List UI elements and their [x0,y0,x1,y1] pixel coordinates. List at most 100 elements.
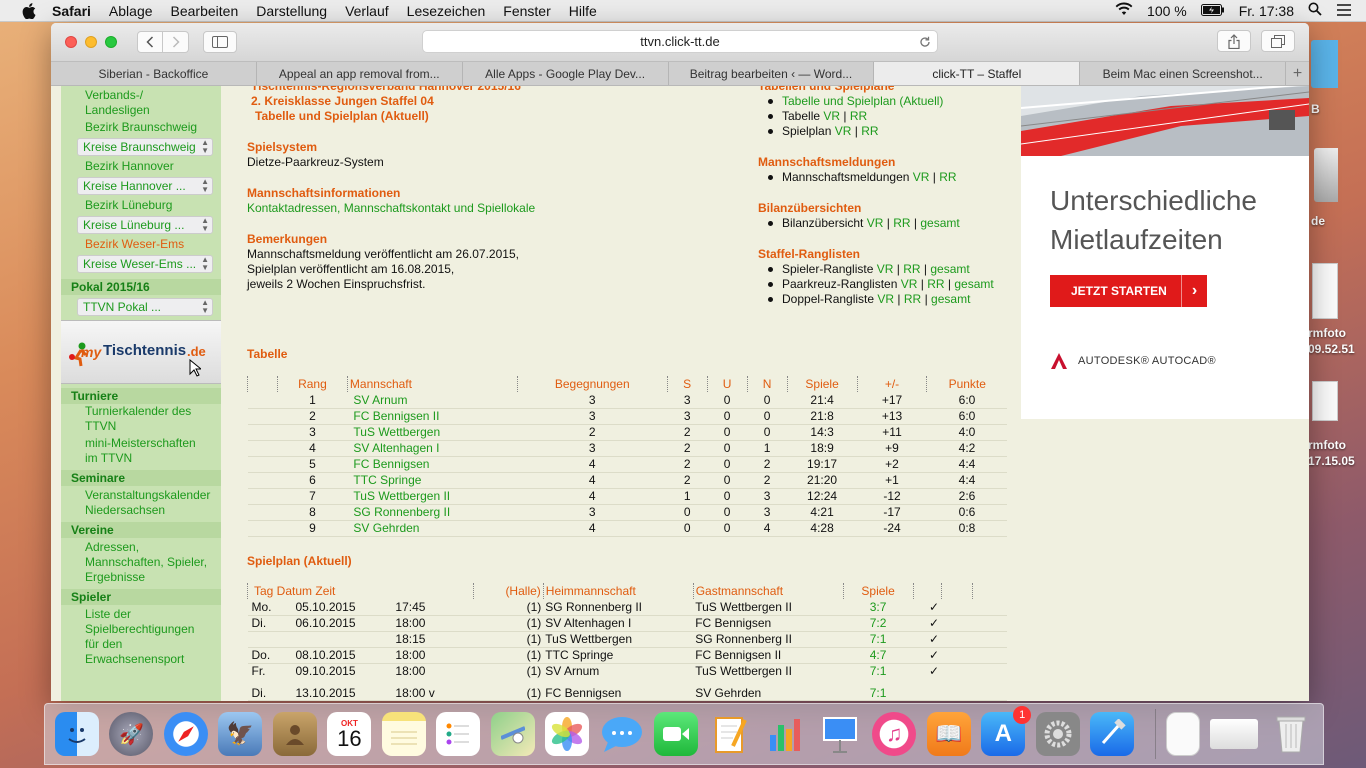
keynote-icon[interactable] [818,712,862,756]
tab-google-play-dev[interactable]: Alle Apps - Google Play Dev... [463,62,669,85]
show-tabs-button[interactable] [1261,30,1295,52]
wifi-icon[interactable] [1115,2,1133,19]
cell-mannschaft[interactable]: SV Arnum [347,392,518,409]
desktop-screenshot-icon[interactable] [1312,263,1338,319]
nav-mini-meisterschaften-ttvn[interactable]: im TTVN [61,451,221,466]
col-rang[interactable]: Rang [276,376,348,392]
tab-mac-screenshot[interactable]: Beim Mac einen Screenshot... [1080,62,1287,85]
desktop-folder-icon[interactable] [1311,40,1338,88]
safari-icon[interactable] [163,712,208,756]
cell-spiele[interactable]: 3:7 [843,599,914,616]
nav-mannschaften-spieler[interactable]: Mannschaften, Spieler, [61,555,221,570]
nav-veranstaltungskalender[interactable]: Veranstaltungskalender [61,488,221,503]
app-store-icon[interactable]: A 1 [981,706,1032,756]
new-tab-button[interactable]: + [1286,62,1309,85]
link-bu-vr[interactable]: VR [867,216,884,230]
notes-icon[interactable] [381,712,426,756]
downloads-folder-icon[interactable] [1210,719,1259,749]
col-tag-datum-zeit[interactable]: Tag Datum Zeit [247,583,474,599]
tab-click-tt-staffel[interactable]: click-TT – Staffel [874,62,1081,85]
menu-fenster[interactable]: Fenster [503,3,550,19]
nav-bezirk-hannover[interactable]: Bezirk Hannover [61,159,221,174]
tab-appeal-app-removal[interactable]: Appeal an app removal from... [257,62,463,85]
spotlight-icon[interactable] [1308,2,1322,19]
nav-landesligen[interactable]: Landesligen [61,103,221,118]
messages-icon[interactable] [600,712,644,756]
col-mannschaft[interactable]: Mannschaft [346,376,518,392]
select-kreise-hannover[interactable]: Kreise Hannover ... ▲ ▼ [77,177,213,195]
nav-ergebnisse[interactable]: Ergebnisse [61,570,221,585]
cell-mannschaft[interactable]: TuS Wettbergen [347,424,518,441]
autocad-ad[interactable]: Unterschiedliche Mietlaufzeiten JETZT ST… [1021,86,1309,419]
link-r3-gesamt[interactable]: gesamt [931,292,970,306]
nav-adressen[interactable]: Adressen, [61,540,221,555]
nav-mini-meisterschaften[interactable]: mini-Meisterschaften [61,436,221,451]
cell-mannschaft[interactable]: FC Bennigsen II [347,408,518,425]
link-bu-rr[interactable]: RR [893,216,910,230]
nav-niedersachsen[interactable]: Niedersachsen [61,503,221,518]
nav-fuer-den[interactable]: für den [61,637,221,652]
cell-spiele[interactable]: 4:7 [843,647,914,664]
cell-mannschaft[interactable]: TuS Wettbergen II [347,488,518,505]
nav-bezirk-weser-ems[interactable]: Bezirk Weser-Ems [61,237,221,252]
link-r3-rr[interactable]: RR [904,292,921,306]
col-s[interactable]: S [666,376,708,392]
calendar-icon[interactable]: OKT 16 [327,712,372,756]
col-gastmannschaft[interactable]: Gastmannschaft [692,583,844,599]
mail-bird-icon[interactable]: 🦅 [218,712,263,756]
photos-icon[interactable] [545,712,590,756]
cell-spiele[interactable]: 7:1 [843,663,914,682]
cell-mannschaft[interactable]: SV Gehrden [347,520,518,537]
share-button[interactable] [1217,30,1251,52]
address-bar[interactable]: ttvn.click-tt.de [422,30,938,53]
desktop-drive-icon[interactable] [1314,148,1338,202]
link-tabelle-vr[interactable]: VR [823,109,840,123]
menu-verlauf[interactable]: Verlauf [345,3,389,19]
col-spiele[interactable]: Spiele [786,376,858,392]
back-button[interactable] [137,31,163,53]
nav-erwachsenensport[interactable]: Erwachsenensport [61,652,221,667]
col-n[interactable]: N [746,376,788,392]
tab-siberian-backoffice[interactable]: Siberian - Backoffice [51,62,257,85]
system-preferences-icon[interactable] [1035,712,1080,756]
zoom-window-button[interactable] [105,36,117,48]
link-r2-vr[interactable]: VR [901,277,918,291]
reload-icon[interactable] [919,36,931,48]
nav-turnierkalender[interactable]: Turnierkalender des [61,404,221,419]
col-u[interactable]: U [706,376,748,392]
link-tabelle-rr[interactable]: RR [850,109,867,123]
link-mm-vr[interactable]: VR [913,170,930,184]
nav-verbandsligen[interactable]: Verbands-/ [61,88,221,103]
apple-icon[interactable] [20,2,38,19]
cell-mannschaft[interactable]: TTC Springe [347,472,518,489]
reminders-icon[interactable] [436,712,481,756]
nav-liste-der[interactable]: Liste der [61,607,221,622]
forward-button[interactable] [163,31,189,53]
col-begegnungen[interactable]: Begegnungen [516,376,668,392]
cell-mannschaft[interactable]: SG Ronnenberg II [347,504,518,521]
finder-icon[interactable] [55,712,99,756]
clock[interactable]: Fr. 17:38 [1239,3,1294,19]
menu-hilfe[interactable]: Hilfe [569,3,597,19]
link-tabelle-spielplan-aktuell[interactable]: Tabelle und Spielplan (Aktuell) [782,94,943,108]
select-kreise-lueneburg[interactable]: Kreise Lüneburg ... ▲ ▼ [77,216,213,234]
launchpad-icon[interactable]: 🚀 [109,712,154,756]
mannschaft-link[interactable]: Kontaktadressen, Mannschaftskontakt und … [247,201,727,216]
select-ttvn-pokal[interactable]: TTVN Pokal ... ▲ ▼ [77,298,213,316]
ad-cta-button[interactable]: JETZT STARTEN › [1050,275,1207,307]
contacts-icon[interactable] [272,712,317,756]
link-r1-gesamt[interactable]: gesamt [930,262,969,276]
col-halle[interactable]: (Halle) [472,583,544,599]
menu-ablage[interactable]: Ablage [109,3,153,19]
link-mm-rr[interactable]: RR [939,170,956,184]
col-diff[interactable]: +/- [856,376,927,392]
cell-spiele[interactable]: 7:1 [843,681,914,701]
nav-bezirk-lueneburg[interactable]: Bezirk Lüneburg [61,198,221,213]
tab-beitrag-bearbeiten[interactable]: Beitrag bearbeiten ‹ — Word... [669,62,875,85]
select-kreise-weser-ems[interactable]: Kreise Weser-Ems ... ▲ ▼ [77,255,213,273]
select-kreise-braunschweig[interactable]: Kreise Braunschweig ▲ ▼ [77,138,213,156]
xcode-icon[interactable] [1090,712,1135,756]
sidebar-toggle-button[interactable] [203,31,237,53]
ibooks-icon[interactable]: 📖 [926,712,971,756]
link-r2-gesamt[interactable]: gesamt [954,277,993,291]
